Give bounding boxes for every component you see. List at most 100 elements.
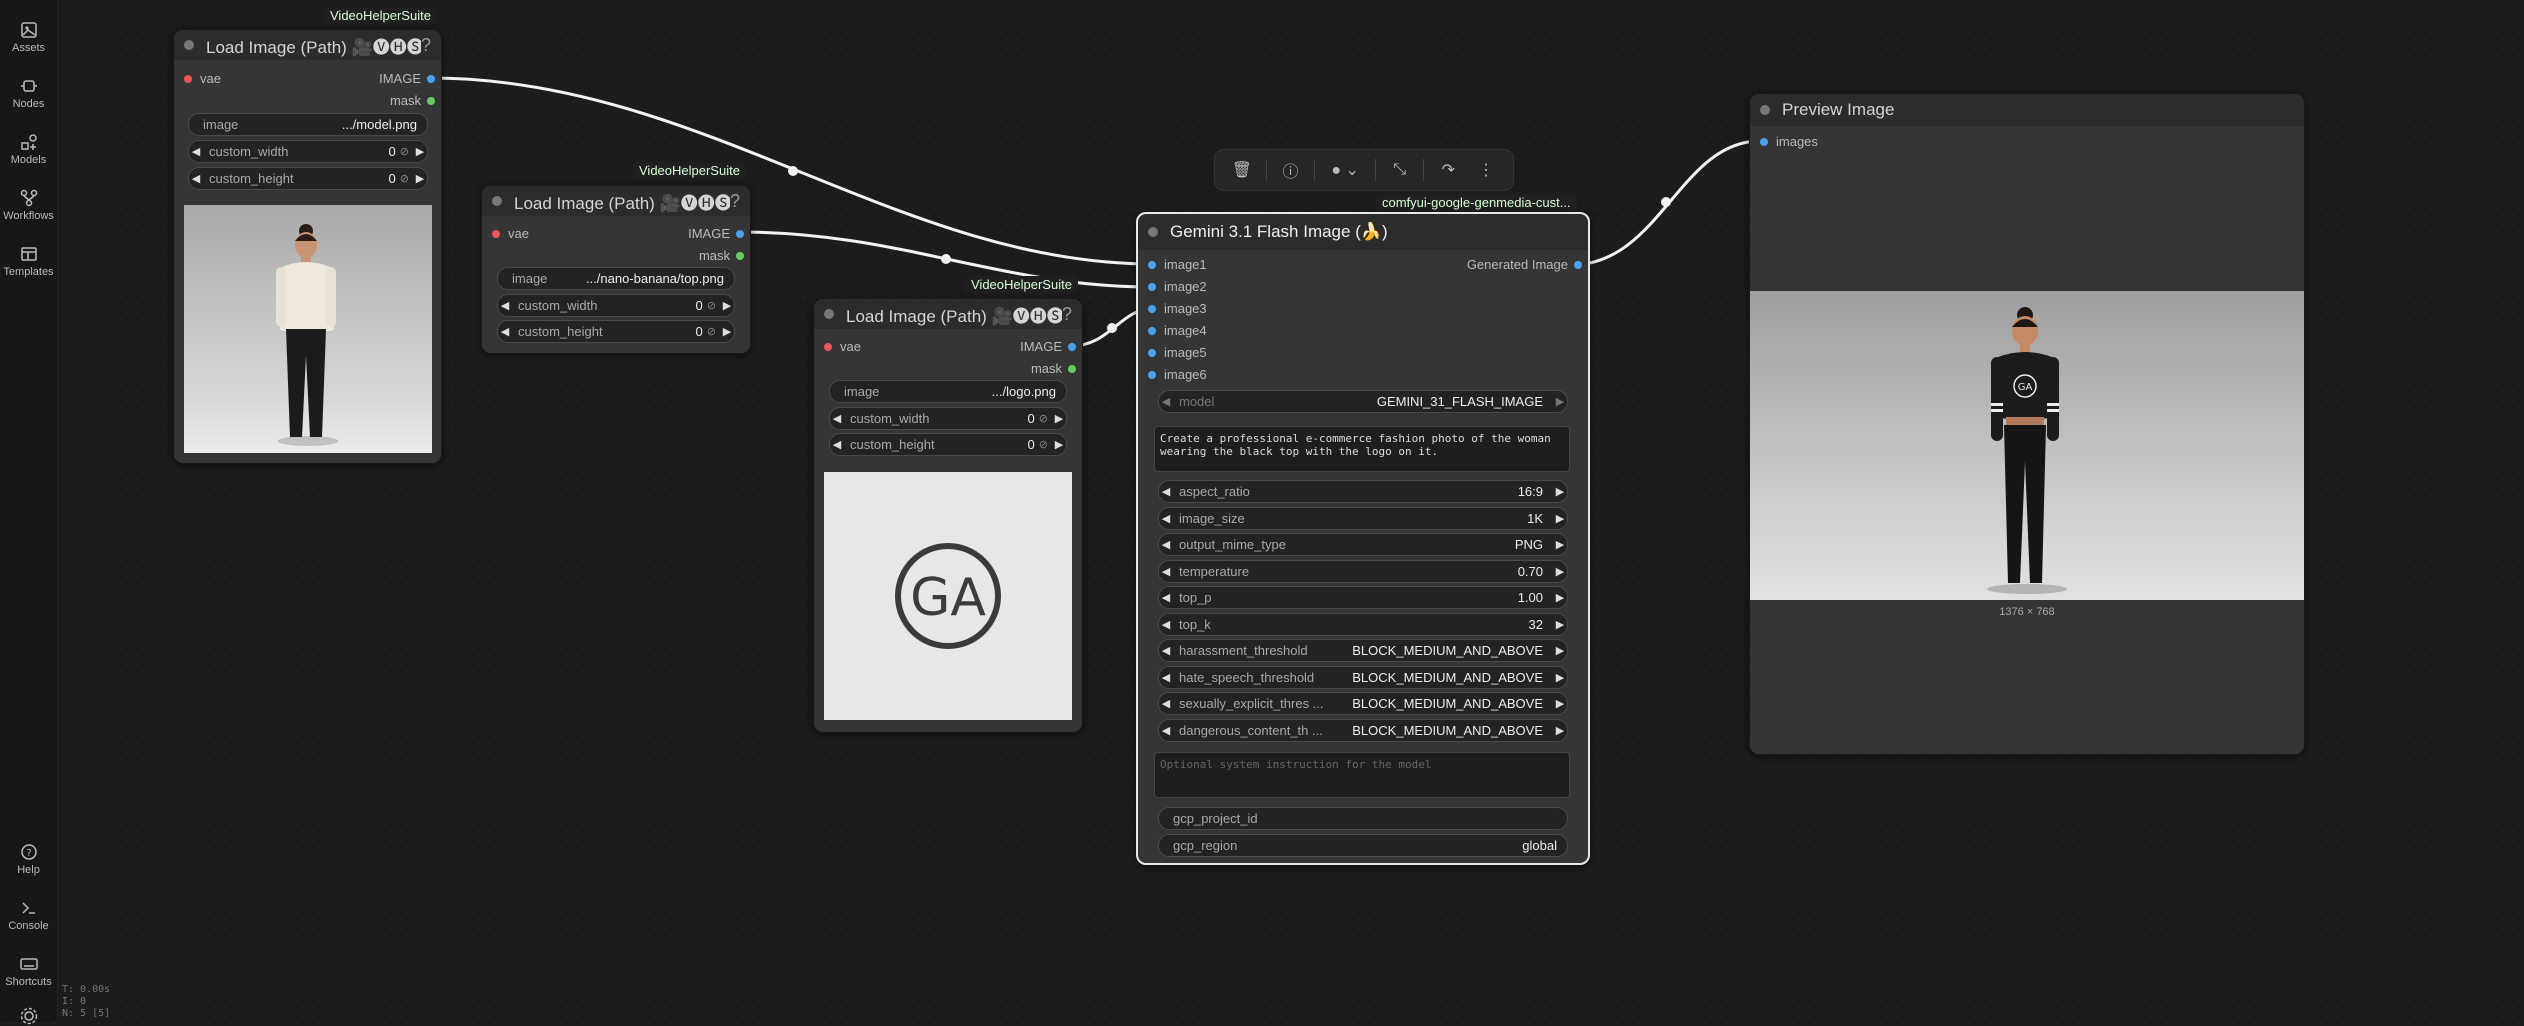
input-images[interactable]: images <box>1756 133 1818 151</box>
increment-arrow[interactable]: ▶ <box>413 145 427 158</box>
increment-arrow[interactable]: ▶ <box>413 172 427 185</box>
increment-arrow[interactable]: ▶ <box>1553 485 1567 498</box>
gcp-project-id-widget[interactable]: gcp_project_id <box>1158 807 1568 830</box>
custom-height-widget[interactable]: ◀ custom_height 0 ⊘ ▶ <box>497 320 735 343</box>
param-widget-5[interactable]: ◀ top_k 32 ▶ <box>1158 612 1568 636</box>
sidebar-item-models[interactable]: Models <box>0 132 57 166</box>
increment-arrow[interactable]: ▶ <box>1553 697 1567 710</box>
sidebar-item-shortcuts[interactable]: Shortcuts <box>0 954 57 988</box>
output-image[interactable]: IMAGE <box>379 70 435 88</box>
load-image-node-top[interactable]: Load Image (Path) 🎥🅥🅗🅢 ? vae IMAGE mask … <box>481 185 751 354</box>
increment-arrow[interactable]: ▶ <box>720 299 734 312</box>
input-socket[interactable] <box>1148 327 1156 335</box>
decrement-arrow[interactable]: ◀ <box>1159 671 1173 684</box>
load-image-node-model[interactable]: Load Image (Path) 🎥🅥🅗🅢 ? vae IMAGE mask … <box>173 29 442 464</box>
output-socket[interactable] <box>1068 365 1076 373</box>
input-socket[interactable] <box>1760 138 1768 146</box>
reset-icon[interactable]: ⊘ <box>400 145 413 158</box>
output-socket[interactable] <box>736 252 744 260</box>
increment-arrow[interactable]: ▶ <box>1553 671 1567 684</box>
input-image6[interactable]: image6 <box>1144 366 1207 384</box>
input-image3[interactable]: image3 <box>1144 300 1207 318</box>
bypass-icon[interactable]: ↷ <box>1434 160 1462 180</box>
increment-arrow[interactable]: ▶ <box>1052 412 1066 425</box>
decrement-arrow[interactable]: ◀ <box>1159 485 1173 498</box>
prompt-textarea[interactable]: Create a professional e-commerce fashion… <box>1154 426 1570 472</box>
output-socket[interactable] <box>1574 261 1582 269</box>
sidebar-item-help[interactable]: ? Help <box>0 842 57 876</box>
output-socket[interactable] <box>427 97 435 105</box>
increment-arrow[interactable]: ▶ <box>1052 438 1066 451</box>
input-socket[interactable] <box>184 75 192 83</box>
input-image4[interactable]: image4 <box>1144 322 1207 340</box>
node-title-bar[interactable]: Gemini 3.1 Flash Image (🍌) <box>1138 214 1588 250</box>
decrement-arrow[interactable]: ◀ <box>498 325 512 338</box>
input-socket[interactable] <box>1148 261 1156 269</box>
param-widget-4[interactable]: ◀ top_p 1.00 ▶ <box>1158 586 1568 609</box>
decrement-arrow[interactable]: ◀ <box>1159 644 1173 657</box>
param-widget-7[interactable]: ◀ hate_speech_threshold BLOCK_MEDIUM_AND_A… <box>1158 665 1568 689</box>
sidebar-item-templates[interactable]: Templates <box>0 244 57 278</box>
color-picker-icon[interactable]: ● ⌄ <box>1325 160 1365 180</box>
increment-arrow[interactable]: ▶ <box>1553 618 1567 631</box>
output-image[interactable]: IMAGE <box>688 225 744 243</box>
reset-icon[interactable]: ⊘ <box>400 172 413 185</box>
help-icon[interactable]: ? <box>421 35 431 56</box>
custom-width-widget[interactable]: ◀ custom_width 0 ⊘ ▶ <box>188 140 428 163</box>
increment-arrow[interactable]: ▶ <box>720 325 734 338</box>
more-icon[interactable]: ⋮ <box>1472 160 1500 180</box>
help-icon[interactable]: ? <box>730 191 740 212</box>
increment-arrow[interactable]: ▶ <box>1553 591 1567 604</box>
image-path-widget[interactable]: image .../nano-banana/top.png <box>497 267 735 290</box>
decrement-arrow[interactable]: ◀ <box>1159 565 1173 578</box>
param-widget-9[interactable]: ◀ dangerous_content_th ... BLOCK_MEDIUM_AN… <box>1158 718 1568 742</box>
param-widget-8[interactable]: ◀ sexually_explicit_thres ... BLOCK_MEDIUM… <box>1158 692 1568 715</box>
increment-arrow[interactable]: ▶ <box>1553 538 1567 551</box>
decrement-arrow[interactable]: ◀ <box>498 299 512 312</box>
info-icon[interactable]: ⓘ <box>1276 158 1304 182</box>
node-title-bar[interactable]: Load Image (Path) 🎥🅥🅗🅢 ? <box>814 299 1082 329</box>
output-mask[interactable]: mask <box>699 247 744 265</box>
output-mask[interactable]: mask <box>390 92 435 110</box>
output-mask[interactable]: mask <box>1031 360 1076 378</box>
output-socket[interactable] <box>736 230 744 238</box>
system-instruction-textarea[interactable]: Optional system instruction for the mode… <box>1154 752 1570 798</box>
input-socket[interactable] <box>1148 305 1156 313</box>
output-socket[interactable] <box>427 75 435 83</box>
input-vae[interactable]: vae <box>180 70 221 88</box>
input-socket[interactable] <box>1148 283 1156 291</box>
input-socket[interactable] <box>824 343 832 351</box>
output-image[interactable]: IMAGE <box>1020 338 1076 356</box>
reset-icon[interactable]: ⊘ <box>707 299 720 312</box>
node-title-bar[interactable]: Load Image (Path) 🎥🅥🅗🅢 ? <box>174 30 441 60</box>
input-socket[interactable] <box>1148 349 1156 357</box>
sidebar-item-workflows[interactable]: Workflows <box>0 188 57 222</box>
decrement-arrow[interactable]: ◀ <box>1159 697 1173 710</box>
decrement-arrow[interactable]: ◀ <box>830 438 844 451</box>
reset-icon[interactable]: ⊘ <box>1039 412 1052 425</box>
decrement-arrow[interactable]: ◀ <box>189 145 203 158</box>
collapse-dot[interactable] <box>1760 105 1770 115</box>
collapse-dot[interactable] <box>824 309 834 319</box>
collapse-dot[interactable] <box>184 40 194 50</box>
preview-image-node[interactable]: Preview Image images GA 1376 × 768 <box>1749 93 2305 755</box>
param-widget-3[interactable]: ◀ temperature 0.70 ▶ <box>1158 559 1568 583</box>
custom-height-widget[interactable]: ◀ custom_height 0 ⊘ ▶ <box>188 167 428 190</box>
decrement-arrow[interactable]: ◀ <box>1159 395 1173 408</box>
settings-button[interactable] <box>0 1006 57 1026</box>
increment-arrow[interactable]: ▶ <box>1553 724 1567 737</box>
load-image-node-logo[interactable]: Load Image (Path) 🎥🅥🅗🅢 ? vae IMAGE mask … <box>813 298 1083 733</box>
output-generated-image[interactable]: Generated Image <box>1467 256 1582 274</box>
delete-icon[interactable]: 🗑 <box>1228 160 1256 180</box>
decrement-arrow[interactable]: ◀ <box>189 172 203 185</box>
input-vae[interactable]: vae <box>820 338 861 356</box>
decrement-arrow[interactable]: ◀ <box>1159 512 1173 525</box>
input-image1[interactable]: image1 <box>1144 256 1207 274</box>
gemini-flash-image-node[interactable]: Gemini 3.1 Flash Image (🍌) image1 image2… <box>1136 212 1590 865</box>
sidebar-item-console[interactable]: Console <box>0 898 57 932</box>
param-widget-0[interactable]: ◀ aspect_ratio 16:9 ▶ <box>1158 480 1568 503</box>
collapse-dot[interactable] <box>1148 227 1158 237</box>
custom-width-widget[interactable]: ◀ custom_width 0 ⊘ ▶ <box>829 407 1067 430</box>
decrement-arrow[interactable]: ◀ <box>1159 591 1173 604</box>
sidebar-item-nodes[interactable]: Nodes <box>0 76 57 110</box>
